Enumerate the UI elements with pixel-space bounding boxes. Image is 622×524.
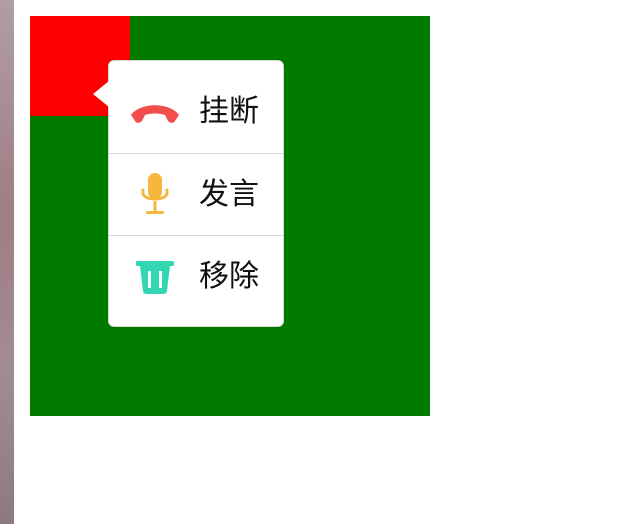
- window-edge: [0, 0, 14, 524]
- hang-up-icon: [126, 87, 184, 137]
- menu-item-label: 移除: [199, 259, 259, 294]
- menu-item-label: 挂断: [199, 94, 259, 129]
- context-menu: 挂断 发言 移除: [93, 60, 284, 327]
- menu-item-speak[interactable]: 发言: [109, 154, 283, 236]
- popup-arrow: [93, 81, 109, 107]
- menu-item-remove[interactable]: 移除: [109, 236, 283, 318]
- trash-icon: [126, 252, 184, 302]
- microphone-icon: [126, 170, 184, 220]
- menu-item-hang-up[interactable]: 挂断: [109, 71, 283, 153]
- menu-item-label: 发言: [199, 177, 259, 212]
